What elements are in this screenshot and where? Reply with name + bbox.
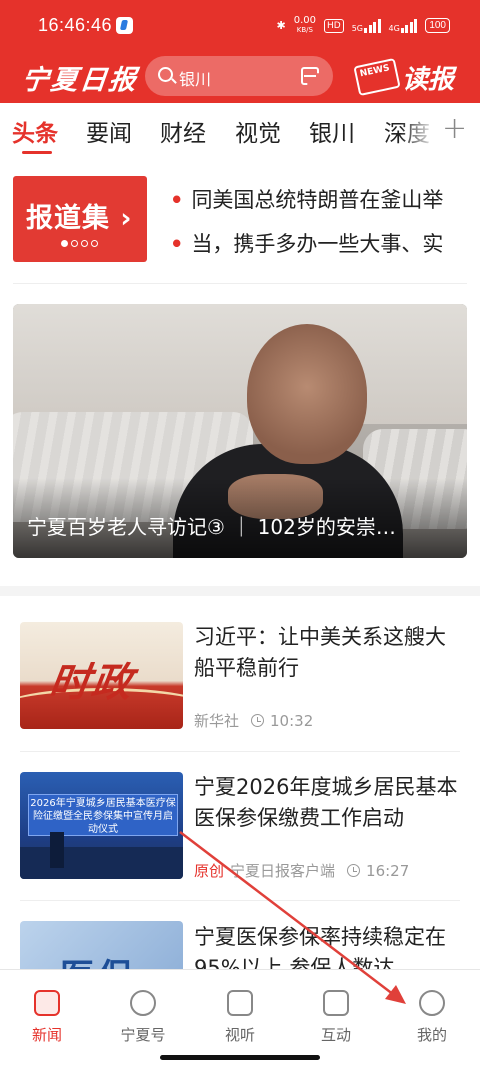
status-indicators: ✱ 0.00 KB/S HD 5G 4G 100 — [277, 16, 450, 35]
article-thumbnail[interactable]: 时政 — [20, 622, 183, 729]
tab-visual[interactable]: 视觉 — [235, 114, 281, 148]
nav-interaction[interactable]: 互动 — [301, 990, 371, 1045]
article-meta: 新华社 10:32 — [194, 710, 313, 731]
video-icon — [227, 990, 253, 1016]
tab-important-news[interactable]: 要闻 — [86, 114, 132, 148]
article-meta: 原创 宁夏日报客户端 16:27 — [194, 860, 409, 881]
net-speed: 0.00 KB/S — [293, 15, 317, 35]
article-thumbnail[interactable]: 2026年宁夏城乡居民基本医疗保险征缴暨全民参保集中宣传月启动仪式 — [20, 772, 183, 879]
scan-icon[interactable] — [301, 67, 319, 85]
nav-ningxia-hao[interactable]: 宁夏号 — [108, 990, 178, 1045]
bluetooth-icon: ✱ — [276, 19, 286, 32]
chat-icon — [323, 990, 349, 1016]
search-input[interactable]: 银川 — [145, 56, 333, 96]
headline-item[interactable]: • 当，携手多办一些大事、实 — [170, 228, 470, 262]
signal-4g-icon: 4G — [389, 18, 418, 33]
ningxia-hao-icon — [130, 990, 156, 1016]
tab-yinchuan[interactable]: 银川 — [309, 114, 355, 148]
app-logo: 宁夏日报 — [20, 65, 140, 96]
status-time: 16:46:46 — [38, 15, 113, 35]
hd-badge: HD — [324, 18, 344, 33]
portrait-photo — [247, 324, 367, 464]
channel-tabs: 头条 要闻 财经 视觉 银川 深度 + — [0, 103, 480, 158]
app-header: 宁夏日报 银川 NEWS 读报 — [0, 50, 480, 103]
hero-article[interactable]: 宁夏百岁老人寻访记③ ｜ 102岁的安崇… — [13, 304, 467, 558]
active-tab-indicator — [22, 151, 52, 154]
search-placeholder: 银川 — [179, 70, 212, 89]
notification-app-icon — [116, 17, 133, 34]
nav-video[interactable]: 视听 — [205, 990, 275, 1045]
hero-caption: 宁夏百岁老人寻访记③ ｜ 102岁的安崇… — [27, 515, 396, 539]
clock-icon — [347, 864, 361, 877]
article-title[interactable]: 习近平：让中美关系这艘大船平稳前行 — [194, 622, 462, 684]
article-time: 10:32 — [270, 711, 314, 730]
tab-finance[interactable]: 财经 — [160, 114, 206, 148]
headline-item[interactable]: • 同美国总统特朗普在釜山举 — [170, 184, 470, 218]
report-collection-title: 报道集 › — [26, 203, 133, 234]
newspaper-icon: NEWS — [353, 57, 401, 97]
clock-icon — [251, 714, 265, 727]
article-title[interactable]: 宁夏医保参保率持续稳定在95%以上 参保人数达 — [194, 922, 462, 969]
article-title[interactable]: 宁夏2026年度城乡居民基本医保参保缴费工作启动 — [194, 772, 462, 834]
search-icon — [158, 67, 173, 82]
profile-icon — [419, 990, 445, 1016]
nav-news[interactable]: 新闻 — [12, 990, 82, 1045]
signal-5g-icon: 5G — [352, 18, 381, 33]
battery-icon: 100 — [425, 18, 450, 33]
article-time: 16:27 — [366, 861, 410, 880]
gesture-home-bar — [160, 1055, 320, 1060]
read-label: 读报 — [402, 65, 455, 95]
carousel-dots — [61, 240, 98, 247]
nav-mine[interactable]: 我的 — [397, 990, 467, 1045]
news-icon — [34, 990, 60, 1016]
status-bar: 16:46:46 ✱ 0.00 KB/S HD 5G 4G 100 — [0, 0, 480, 50]
read-newspaper-button[interactable]: NEWS 读报 — [353, 56, 460, 97]
article-source: 新华社 — [194, 712, 240, 730]
original-badge: 原创 — [194, 862, 225, 880]
tab-headlines[interactable]: 头条 — [12, 114, 58, 148]
article-source: 宁夏日报客户端 — [230, 862, 336, 880]
add-channel-icon[interactable]: + — [442, 111, 467, 146]
report-collection-button[interactable]: 报道集 › — [13, 176, 147, 262]
